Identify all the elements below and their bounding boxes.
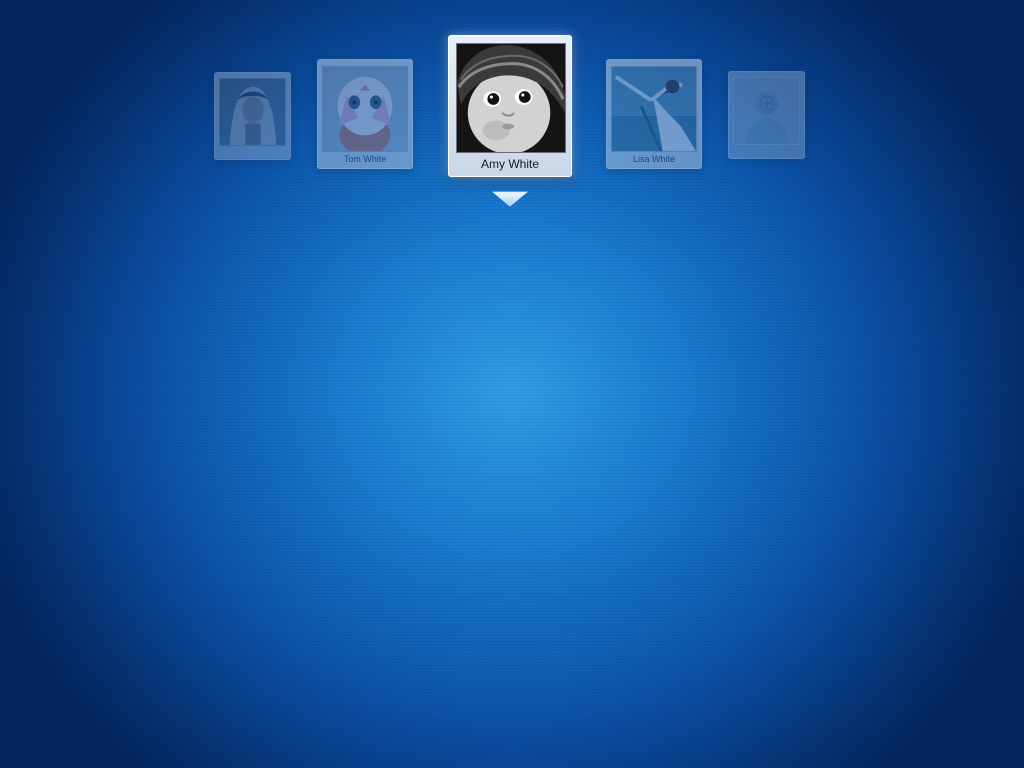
user-card-lisa-white[interactable]: Lisa White — [606, 59, 702, 169]
user-photo-woman-portrait-icon — [219, 78, 286, 146]
selected-user-pointer-icon — [492, 191, 528, 207]
add-user-icon — [733, 77, 800, 145]
user-name-amy-white: Amy White — [480, 157, 539, 171]
user-photo-cat-icon — [322, 66, 408, 152]
user-photo-baby-icon — [456, 43, 566, 153]
user-card-tom-white[interactable]: Tom White — [317, 59, 413, 169]
user-photo-girl-outdoors-icon — [611, 66, 697, 152]
user-card-amy-white[interactable]: Amy White — [448, 35, 572, 177]
add-user-card[interactable] — [728, 71, 805, 159]
user-card-far-left[interactable] — [214, 72, 291, 160]
user-name-tom-white: Tom White — [343, 154, 387, 164]
user-name-lisa-white: Lisa White — [632, 154, 676, 164]
